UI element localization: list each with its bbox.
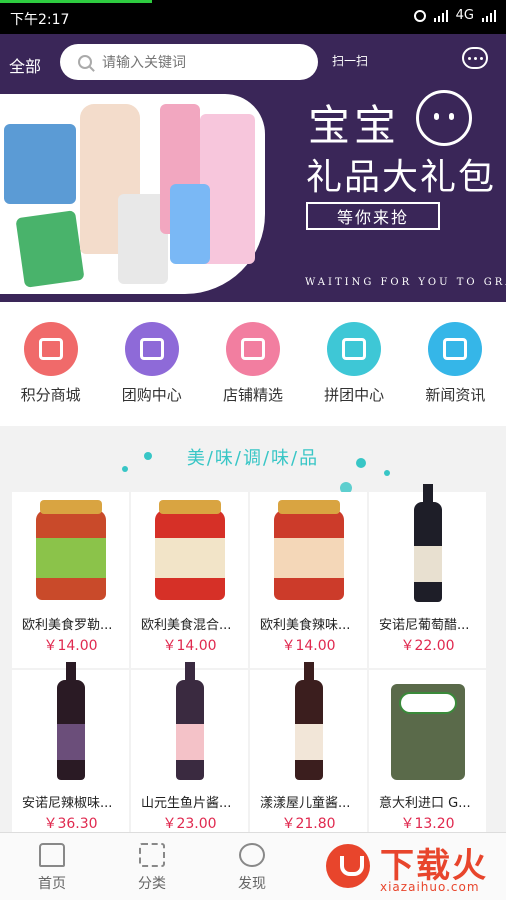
promo-banner[interactable]: 全部 扫一扫 宝宝 礼品大礼包 等你来抢 WAITING FOR YOU TO … [0, 34, 506, 302]
compass-icon [239, 843, 265, 867]
product-price: ￥13.20 [400, 816, 455, 832]
category-all-button[interactable]: 全部 [9, 53, 41, 77]
tab-home[interactable]: 首页 [22, 843, 82, 893]
menu-item[interactable]: 团购中心 [107, 322, 197, 426]
product-name: 意大利进口 G... [379, 796, 471, 811]
product-name: 山元生鱼片酱... [141, 796, 232, 811]
product-card[interactable]: 漾漾屋儿童酱... ￥21.80 [250, 662, 367, 846]
product-name: 欧利美食罗勒... [22, 618, 113, 633]
menu-item-label: 新闻资讯 [425, 386, 486, 404]
banner-headline: 宝宝 [308, 101, 401, 150]
store-icon [225, 322, 280, 376]
battery-signal-icon [482, 9, 496, 22]
tab-label: 首页 [38, 876, 66, 892]
menu-item[interactable]: 拼团中心 [309, 322, 399, 426]
menu-item[interactable]: 新闻资讯 [410, 322, 500, 426]
product-image [250, 662, 367, 786]
product-image [12, 492, 129, 608]
status-time: 下午2:17 [10, 12, 70, 28]
product-card[interactable]: 欧利美食罗勒... ￥14.00 [12, 492, 129, 668]
product-name: 安诺尼葡萄醋... [379, 618, 470, 633]
menu-item-label: 团购中心 [121, 386, 182, 404]
banner-subheadline: 礼品大礼包 [306, 157, 497, 198]
menu-item[interactable]: 积分商城 [6, 322, 96, 426]
quick-menu: 积分商城 团购中心 店铺精选 拼团中心 新闻资讯 [0, 302, 506, 426]
product-price: ￥23.00 [162, 816, 217, 832]
tab-label: 分类 [138, 876, 166, 892]
product-image [369, 484, 486, 608]
tab-discover[interactable]: 发现 [222, 843, 282, 893]
product-price: ￥14.00 [281, 638, 336, 654]
scan-button[interactable]: 扫一扫 [332, 52, 368, 69]
menu-item-label: 积分商城 [20, 386, 81, 404]
product-card[interactable]: 安诺尼辣椒味... ￥36.30 [12, 662, 129, 846]
product-price: ￥14.00 [162, 638, 217, 654]
product-card[interactable]: 意大利进口 G... ￥13.20 [369, 670, 486, 846]
flame-logo-icon [326, 844, 370, 888]
menu-item[interactable]: 店铺精选 [208, 322, 298, 426]
product-price: ￥22.00 [400, 638, 455, 654]
product-name: 安诺尼辣椒味... [22, 796, 113, 811]
puzzle-icon [327, 322, 382, 376]
search-input[interactable] [102, 54, 302, 70]
product-image [131, 492, 248, 608]
product-card[interactable]: 山元生鱼片酱... ￥23.00 [131, 662, 248, 846]
watermark-logo: 下载火 xiazaihuo.com [300, 832, 506, 900]
product-price: ￥21.80 [281, 816, 336, 832]
section-title: 美/味/调/味/品 [186, 448, 320, 469]
signal-icon [433, 9, 448, 22]
product-price: ￥36.30 [43, 816, 98, 832]
product-name: 欧利美食混合... [141, 618, 232, 633]
group-icon [124, 322, 179, 376]
decor-dot [384, 470, 390, 476]
product-name: 漾漾屋儿童酱... [260, 796, 351, 811]
product-image [369, 670, 486, 786]
flame-icon [428, 322, 483, 376]
top-bar: 全部 扫一扫 [0, 34, 506, 90]
menu-item-label: 店铺精选 [222, 386, 283, 404]
product-grid: 欧利美食罗勒... ￥14.00 欧利美食混合... ￥14.00 欧利美食辣味... ￥… [12, 484, 486, 846]
grid-icon [139, 843, 165, 867]
search-box[interactable] [60, 44, 318, 80]
product-card[interactable]: 欧利美食辣味... ￥14.00 [250, 492, 367, 668]
gift-icon [23, 322, 78, 376]
banner-cta[interactable]: 等你来抢 [306, 202, 440, 230]
tab-category[interactable]: 分类 [122, 843, 182, 893]
alarm-icon [413, 9, 426, 22]
watermark-url: xiazaihuo.com [380, 880, 480, 894]
chat-icon[interactable] [462, 47, 488, 69]
menu-item-label: 拼团中心 [324, 386, 385, 404]
network-type: 4G [455, 8, 474, 23]
banner-product-image [0, 94, 265, 294]
search-icon [78, 55, 92, 69]
product-image [12, 662, 129, 786]
home-icon [39, 843, 65, 867]
banner-english-text: WAITING FOR YOU TO GRAB [305, 277, 506, 288]
baby-face-icon [416, 90, 472, 146]
product-card[interactable]: 安诺尼葡萄醋... ￥22.00 [369, 484, 486, 668]
tab-label: 发现 [238, 876, 266, 892]
product-card[interactable]: 欧利美食混合... ￥14.00 [131, 492, 248, 668]
product-name: 欧利美食辣味... [260, 618, 351, 633]
loading-progress-bar [0, 0, 152, 3]
product-price: ￥14.00 [43, 638, 98, 654]
product-image [131, 662, 248, 786]
status-bar: 下午2:17 4G [0, 0, 506, 34]
product-image [250, 492, 367, 608]
status-icons: 4G [413, 8, 496, 23]
